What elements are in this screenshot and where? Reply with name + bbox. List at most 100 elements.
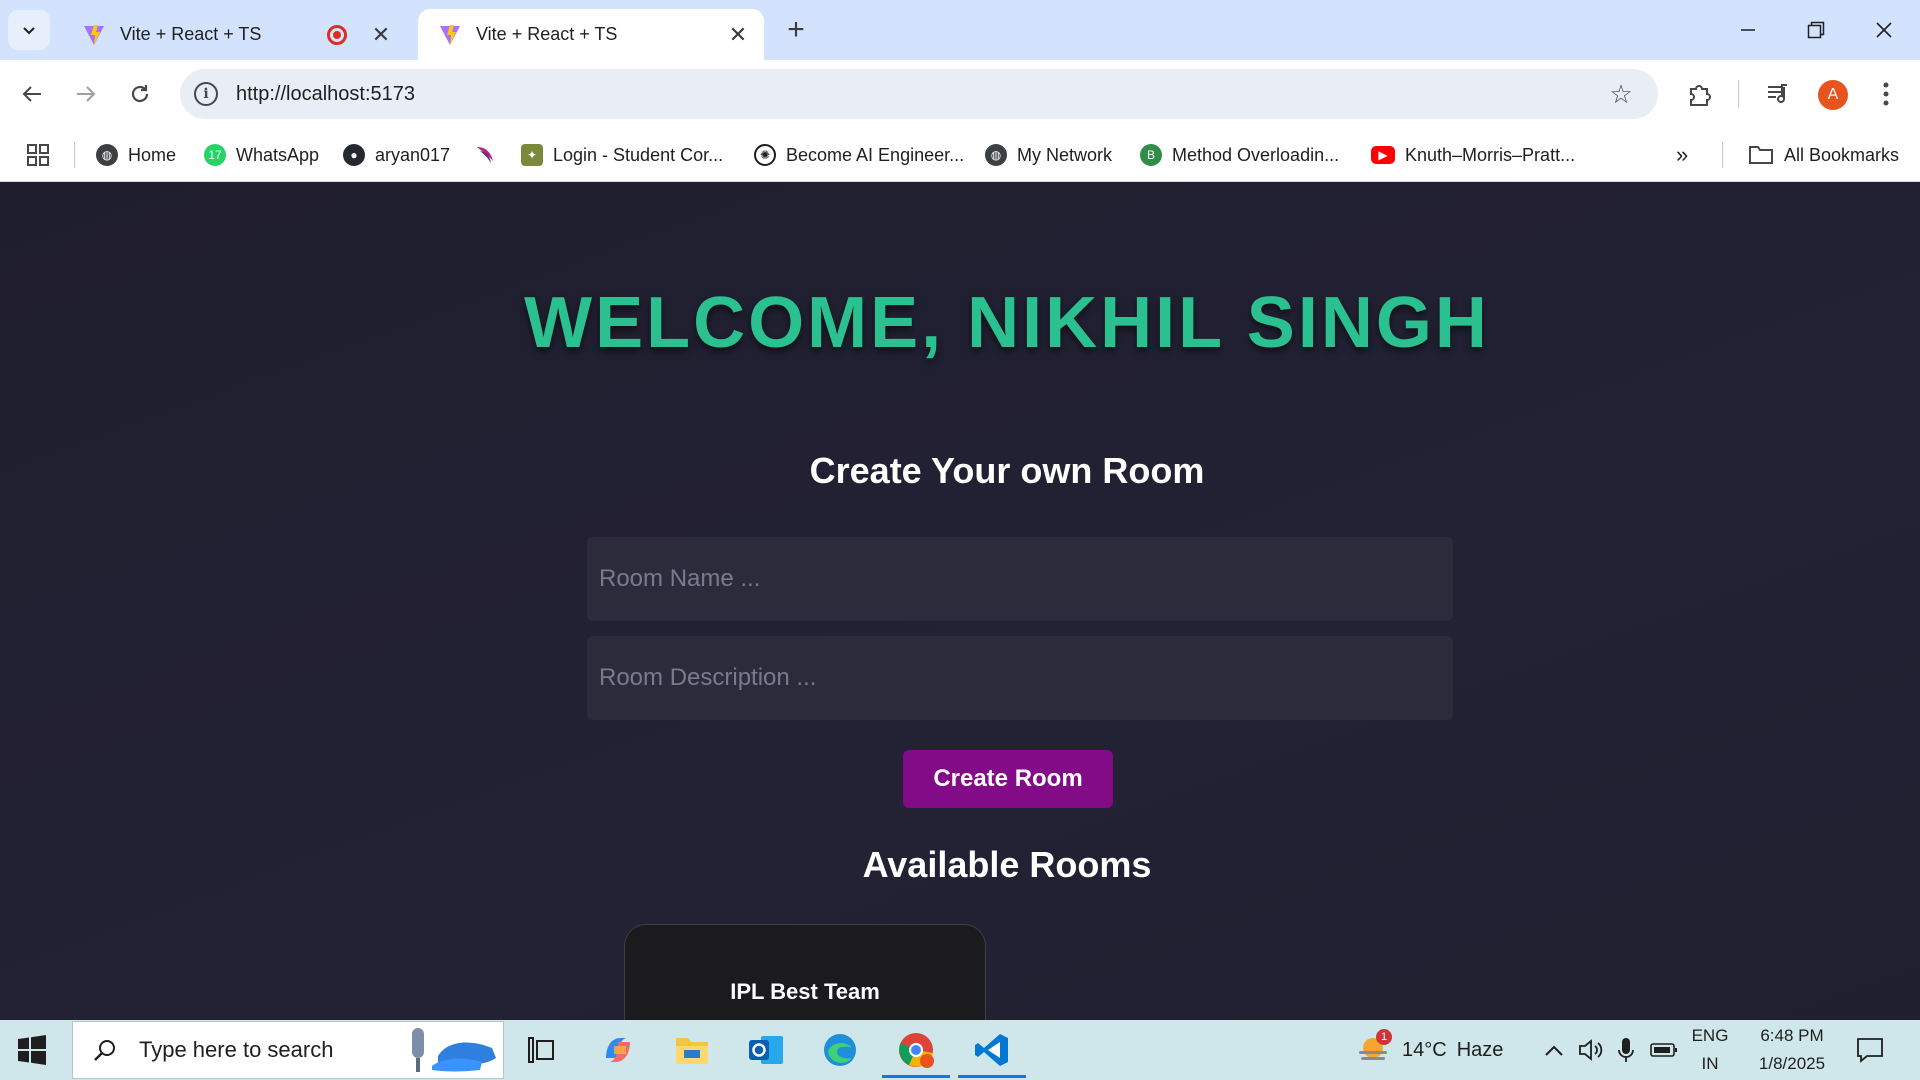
tab-vite-1[interactable]: Vite + React + TS ✕ (62, 9, 407, 60)
bookmark-label: Become AI Engineer... (786, 144, 965, 165)
restore-button[interactable] (1794, 8, 1838, 52)
forward-button[interactable] (66, 74, 106, 114)
taskbar-app-vscode[interactable] (958, 1030, 1026, 1078)
media-controls-button[interactable] (1758, 74, 1798, 114)
taskbar-app-copilot[interactable] (598, 1030, 638, 1070)
profile-avatar[interactable]: A (1818, 80, 1848, 110)
bookmark-whatsapp[interactable]: 17 WhatsApp (204, 139, 319, 171)
taskbar-app-chrome[interactable] (882, 1030, 950, 1078)
notification-icon (1857, 1038, 1883, 1063)
bookmark-github[interactable]: ● aryan017 (343, 139, 450, 171)
vite-icon (84, 24, 104, 45)
apps-grid-icon (27, 144, 49, 166)
weather-temp: 14°C (1402, 1038, 1447, 1061)
bookmark-ai-engineer[interactable]: ✺ Become AI Engineer... (754, 139, 964, 171)
bookmark-label: aryan017 (375, 144, 451, 165)
copilot-icon (606, 1038, 630, 1062)
taskbar-app-edge[interactable] (820, 1030, 860, 1070)
bookmark-star-icon[interactable]: ☆ (1606, 79, 1636, 109)
more-bookmarks-button[interactable]: » (1676, 139, 1688, 171)
all-bookmarks-button[interactable]: All Bookmarks (1748, 139, 1899, 171)
openai-icon: ✺ (754, 144, 776, 166)
speaker-icon (1579, 1039, 1603, 1061)
battery-icon (1650, 1043, 1677, 1057)
region-line: IN (1701, 1054, 1719, 1073)
tab-search-button[interactable] (8, 10, 50, 50)
room-description-input[interactable] (587, 636, 1453, 720)
bookmark-home[interactable]: ◍ Home (96, 139, 176, 171)
create-room-heading: Create Your own Room (809, 450, 1205, 491)
close-tab-icon[interactable]: ✕ (369, 22, 393, 47)
recording-icon (327, 24, 347, 45)
double-chevron-right-icon: » (1676, 142, 1689, 167)
microphone-icon (1618, 1038, 1634, 1062)
chrome-icon (899, 1033, 934, 1068)
room-card[interactable]: IPL Best Team (624, 924, 986, 1020)
app-page: WELCOME, NIKHIL SINGH Create Your own Ro… (0, 182, 1920, 1020)
language-indicator[interactable]: ENG IN (1690, 1020, 1730, 1080)
task-view-button[interactable] (522, 1030, 562, 1070)
bookmark-label: Login - Student Cor... (553, 144, 724, 165)
bookmark-label: Knuth–Morris–Pratt... (1405, 144, 1576, 165)
new-tab-button[interactable]: + (780, 13, 812, 46)
arrow-right-icon (77, 86, 96, 102)
tab-title: Vite + React + TS (120, 24, 262, 44)
edge-icon (824, 1034, 856, 1066)
extensions-button[interactable] (1680, 74, 1720, 114)
close-tab-icon[interactable]: ✕ (726, 22, 750, 47)
youtube-icon: ▶ (1371, 146, 1395, 164)
tab-vite-2[interactable]: Vite + React + TS ✕ (418, 9, 764, 60)
emblem-icon: ✦ (521, 144, 543, 166)
bookmarks-bar: ◍ Home 17 WhatsApp ● aryan017 ✦ Login - … (0, 129, 1920, 182)
url-text[interactable]: http://localhost:5173 (236, 83, 1606, 106)
notifications-button[interactable] (1856, 1020, 1884, 1080)
arrow-left-icon (22, 86, 41, 102)
windows-start-icon[interactable] (14, 1032, 50, 1068)
close-window-button[interactable] (1862, 8, 1906, 52)
bookmark-label: All Bookmarks (1784, 144, 1900, 165)
tab-strip: Vite + React + TS ✕ Vite + React + TS ✕ … (0, 0, 1920, 60)
room-card-title: IPL Best Team (730, 979, 880, 1004)
clock-date: 1/8/2025 (1758, 1054, 1826, 1073)
address-bar[interactable]: i http://localhost:5173 ☆ (180, 69, 1658, 119)
taskbar-app-outlook[interactable] (746, 1030, 786, 1070)
folder-icon (1749, 146, 1773, 164)
bookmark-my-network[interactable]: ◍ My Network (985, 139, 1112, 171)
show-hidden-icons-button[interactable] (1544, 1020, 1564, 1080)
apps-button[interactable] (26, 139, 50, 171)
microphone-button[interactable] (1618, 1020, 1634, 1080)
globe-icon: ◍ (96, 144, 118, 166)
vite-icon (440, 24, 460, 45)
taskbar-app-file-explorer[interactable] (672, 1030, 712, 1070)
chevron-down-icon (23, 27, 35, 35)
reload-icon (131, 85, 149, 103)
bookmark-label: Home (128, 144, 177, 165)
outlook-icon (749, 1036, 783, 1064)
weather-haze-icon: 1 (1356, 1029, 1392, 1067)
bookmark-login[interactable]: ✦ Login - Student Cor... (521, 139, 723, 171)
whatsapp-icon: 17 (204, 144, 226, 166)
search-icon (91, 1036, 119, 1064)
vscode-icon (975, 1034, 1008, 1066)
clock[interactable]: 6:48 PM 1/8/2025 (1746, 1020, 1838, 1080)
bookmarks-divider (74, 142, 75, 168)
room-name-input[interactable] (587, 537, 1453, 621)
bookmarks-divider (1722, 142, 1723, 168)
reload-button[interactable] (120, 74, 160, 114)
weather-widget[interactable]: 1 14°C Haze (1356, 1020, 1503, 1080)
kebab-menu-icon (1883, 82, 1889, 106)
menu-button[interactable] (1866, 74, 1906, 114)
battery-button[interactable] (1650, 1020, 1678, 1080)
minimize-button[interactable] (1726, 8, 1770, 52)
volume-button[interactable] (1578, 1020, 1604, 1080)
weather-condition: Haze (1456, 1038, 1504, 1061)
back-button[interactable] (12, 74, 52, 114)
bookmark-kmp[interactable]: ▶ Knuth–Morris–Pratt... (1371, 139, 1575, 171)
minimize-icon (1741, 29, 1755, 31)
create-room-button[interactable]: Create Room (903, 750, 1113, 808)
browser-toolbar: i http://localhost:5173 ☆ (0, 60, 1920, 129)
bookmark-method-overloading[interactable]: B Method Overloadin... (1140, 139, 1339, 171)
weather-badge: 1 (1376, 1029, 1392, 1045)
site-info-icon[interactable]: i (194, 82, 218, 106)
bookmark-swirl[interactable] (474, 139, 498, 171)
